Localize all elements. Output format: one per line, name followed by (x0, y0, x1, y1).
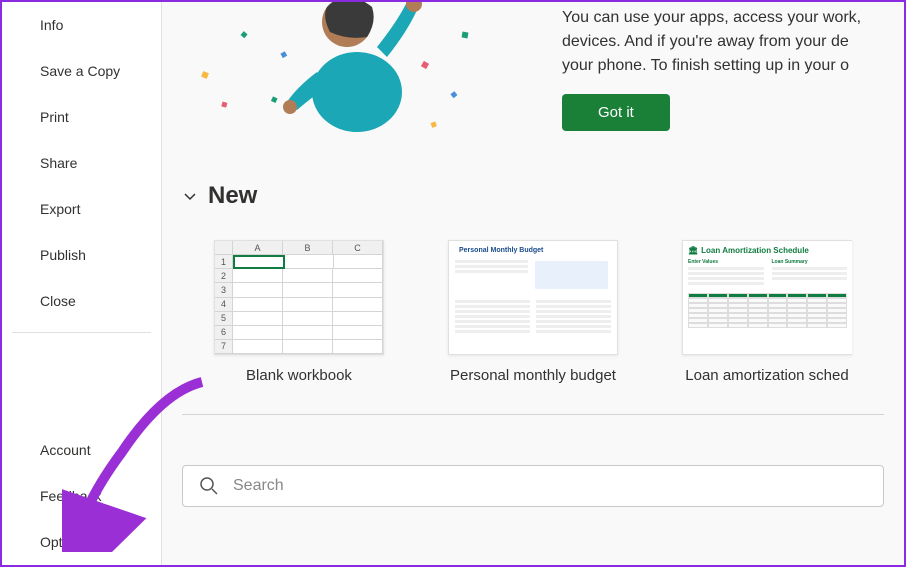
search-input[interactable] (233, 477, 867, 495)
template-label: Personal monthly budget (446, 367, 620, 384)
sidebar: Info Save a Copy Print Share Export Publ… (2, 2, 162, 565)
template-loan-amortization[interactable]: 🏛Loan Amortization Schedule Enter Values… (680, 240, 854, 384)
sidebar-item-export[interactable]: Export (2, 186, 161, 232)
bank-icon: 🏛 (688, 246, 698, 255)
hero-message: You can use your apps, access your work,… (562, 6, 884, 78)
hero-text-block: You can use your apps, access your work,… (562, 2, 884, 131)
sidebar-item-publish[interactable]: Publish (2, 232, 161, 278)
template-personal-budget[interactable]: Personal Monthly Budget Personal monthly… (446, 240, 620, 384)
template-thumb-blank: A B C 1 2 3 4 5 6 7 (214, 240, 384, 355)
template-blank-workbook[interactable]: A B C 1 2 3 4 5 6 7 Blank workbook (212, 240, 386, 384)
template-label: Blank workbook (212, 367, 386, 384)
chevron-down-icon[interactable] (182, 188, 198, 204)
hero-illustration (182, 2, 562, 152)
search-box[interactable] (182, 465, 884, 507)
template-thumb-budget: Personal Monthly Budget (448, 240, 618, 355)
sidebar-item-share[interactable]: Share (2, 140, 161, 186)
template-thumb-loan: 🏛Loan Amortization Schedule Enter Values… (682, 240, 852, 355)
sidebar-item-info[interactable]: Info (2, 2, 161, 48)
main-content: You can use your apps, access your work,… (162, 2, 904, 565)
template-label: Loan amortization sched (680, 367, 854, 384)
section-title-new: New (208, 182, 257, 210)
sidebar-item-print[interactable]: Print (2, 94, 161, 140)
got-it-button[interactable]: Got it (562, 94, 670, 131)
sidebar-item-feedback[interactable]: Feedback (2, 473, 161, 519)
hero-banner: You can use your apps, access your work,… (182, 2, 884, 162)
new-section-header: New (182, 182, 884, 210)
sidebar-item-options[interactable]: Options (2, 519, 161, 565)
sidebar-item-account[interactable]: Account (2, 427, 161, 473)
sidebar-item-close[interactable]: Close (2, 278, 161, 324)
sidebar-divider (12, 332, 151, 333)
divider (182, 414, 884, 415)
template-gallery: A B C 1 2 3 4 5 6 7 Blank workbook (182, 240, 884, 384)
sidebar-item-save-copy[interactable]: Save a Copy (2, 48, 161, 94)
search-icon (199, 476, 219, 496)
